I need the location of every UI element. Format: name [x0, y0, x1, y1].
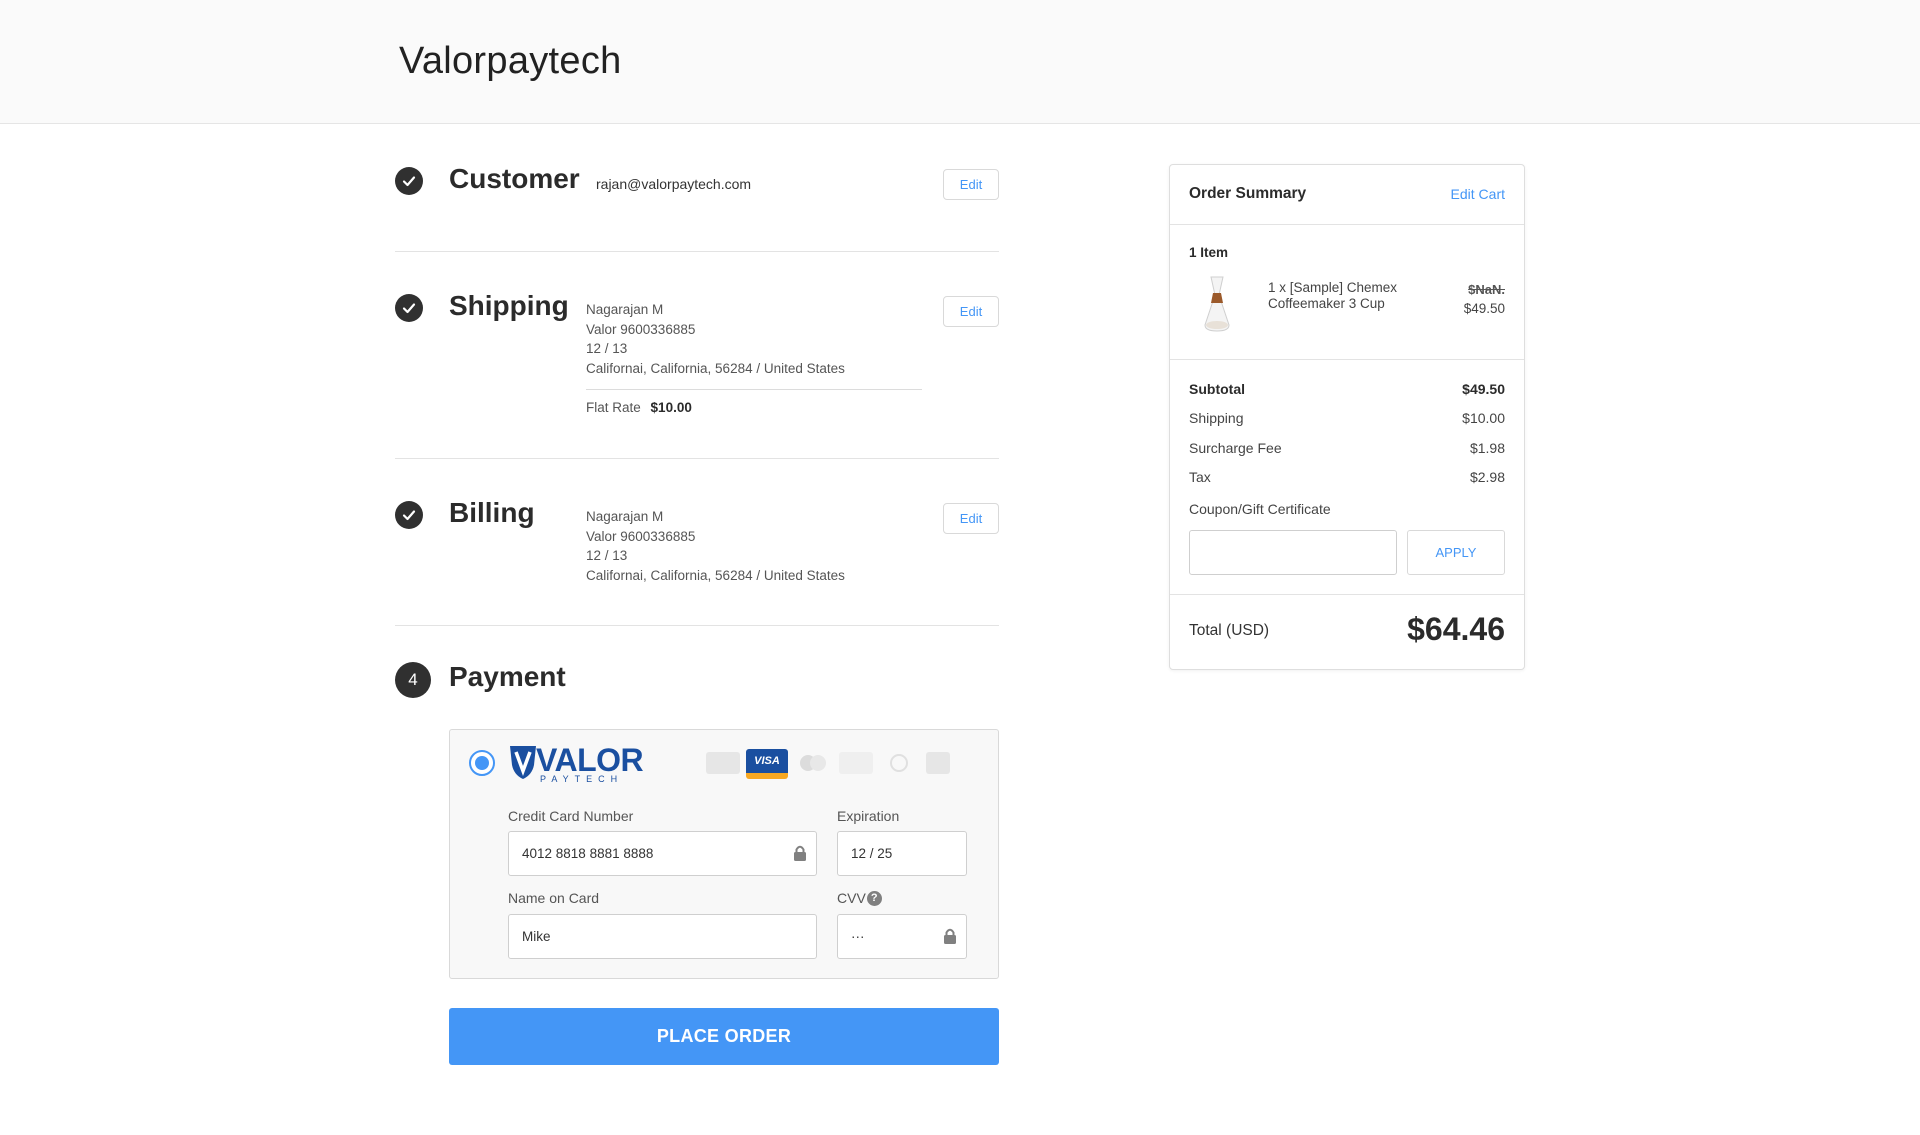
billing-address: Nagarajan M Valor 9600336885 12 / 13 Cal…: [586, 507, 845, 585]
diners-icon: [882, 752, 916, 774]
tax-label: Tax: [1189, 469, 1211, 485]
radio-selected-dot: [475, 756, 489, 770]
chemex-image: [1204, 276, 1230, 332]
cvv-field[interactable]: ···: [837, 914, 967, 959]
expiration-field[interactable]: 12 / 25: [837, 831, 967, 876]
tax-value: $2.98: [1469, 469, 1505, 485]
edit-cart-link[interactable]: Edit Cart: [1451, 186, 1505, 202]
place-order-button[interactable]: PLACE ORDER: [449, 1008, 999, 1065]
step-title-billing: Billing: [449, 497, 535, 528]
lock-icon: [942, 927, 958, 948]
item-name: 1 x [Sample] Chemex Coffeemaker 3 Cup: [1268, 280, 1398, 311]
payment-method-radio[interactable]: [469, 750, 495, 776]
divider: [395, 251, 999, 252]
page-header: Valorpaytech: [0, 0, 1920, 124]
step-title-customer: Customer: [449, 163, 580, 194]
checkmark-icon: [395, 294, 423, 322]
shipping-line4: Californai, California, 56284 / United S…: [586, 360, 845, 376]
amex-icon: [706, 752, 740, 774]
coupon-label: Coupon/Gift Certificate: [1189, 501, 1331, 517]
total-label: Total (USD): [1189, 622, 1270, 639]
card-number-label: Credit Card Number: [508, 808, 634, 824]
billing-line4: Californai, California, 56284 / United S…: [586, 567, 845, 583]
item-price: $49.50: [1463, 301, 1505, 316]
valor-logo: VALOR PAYTECH: [508, 743, 644, 784]
store-brand[interactable]: Valorpaytech: [399, 40, 622, 83]
shipping-name: Nagarajan M: [586, 302, 664, 317]
valor-logo-text: VALOR: [536, 742, 644, 778]
step-payment: 4 Payment: [395, 661, 999, 705]
divider: [1170, 224, 1524, 225]
surcharge-label: Surcharge Fee: [1189, 440, 1282, 456]
total-value: $64.46: [1407, 611, 1505, 647]
shipping-label: Shipping: [1189, 410, 1244, 426]
divider: [1170, 594, 1524, 595]
divider: [395, 458, 999, 459]
name-on-card-value: Mike: [522, 929, 551, 944]
shipping-method-divider: [586, 389, 922, 390]
jcb-icon: [926, 752, 950, 774]
lock-icon: [792, 844, 808, 865]
billing-line2: Valor 9600336885: [586, 528, 696, 544]
item-count: 1 Item: [1189, 245, 1229, 260]
mastercard-icon: [796, 752, 830, 774]
divider: [395, 625, 999, 626]
shipping-line2: Valor 9600336885: [586, 321, 696, 337]
product-thumbnail: [1189, 275, 1245, 335]
valor-shield-icon: [510, 746, 536, 779]
expiration-value: 12 / 25: [851, 846, 893, 861]
help-icon[interactable]: ?: [866, 890, 882, 906]
valor-logo-subtext: PAYTECH: [540, 774, 624, 784]
visa-icon: VISA: [746, 749, 788, 779]
customer-email: rajan@valorpaytech.com: [596, 176, 752, 192]
billing-name: Nagarajan M: [586, 509, 664, 524]
billing-line3: 12 / 13: [586, 548, 628, 563]
discover-icon: [839, 752, 873, 774]
shipping-method: Flat Rate $10.00: [586, 398, 692, 418]
expiration-label: Expiration: [837, 808, 900, 824]
edit-shipping-button[interactable]: Edit: [943, 296, 999, 327]
subtotal-label: Subtotal: [1189, 381, 1245, 397]
cvv-label: CVV: [837, 890, 866, 906]
cvv-value: ···: [851, 929, 865, 944]
apply-coupon-button[interactable]: APPLY: [1407, 530, 1505, 575]
step-number-badge: 4: [395, 662, 431, 698]
step-title-shipping: Shipping: [449, 290, 569, 321]
order-summary-title: Order Summary: [1189, 185, 1307, 202]
shipping-method-label: Flat Rate: [586, 400, 641, 415]
checkmark-icon: [395, 501, 423, 529]
item-old-price: $NaN.: [1468, 282, 1505, 297]
card-number-field[interactable]: 4012 8818 8881 8888: [508, 831, 817, 876]
cvv-label-group: CVV ?: [837, 890, 882, 906]
step-title-payment: Payment: [449, 661, 566, 692]
shipping-value: $10.00: [1462, 410, 1505, 426]
name-on-card-field[interactable]: Mike: [508, 914, 817, 959]
divider: [1170, 359, 1524, 360]
order-summary-panel: Order Summary Edit Cart 1 Item 1 x [Samp…: [1169, 164, 1525, 670]
card-number-value: 4012 8818 8881 8888: [522, 846, 654, 861]
payment-method-panel: VALOR PAYTECH VISA Credit Card Number 40…: [449, 729, 999, 979]
edit-customer-button[interactable]: Edit: [943, 169, 999, 200]
shipping-address: Nagarajan M Valor 9600336885 12 / 13 Cal…: [586, 300, 845, 378]
shipping-line3: 12 / 13: [586, 341, 628, 356]
subtotal-value: $49.50: [1462, 381, 1505, 397]
name-on-card-label: Name on Card: [508, 890, 600, 906]
coupon-input[interactable]: [1189, 530, 1397, 575]
surcharge-value: $1.98: [1469, 440, 1505, 456]
shipping-method-price: $10.00: [650, 400, 692, 415]
checkmark-icon: [395, 167, 423, 195]
edit-billing-button[interactable]: Edit: [943, 503, 999, 534]
